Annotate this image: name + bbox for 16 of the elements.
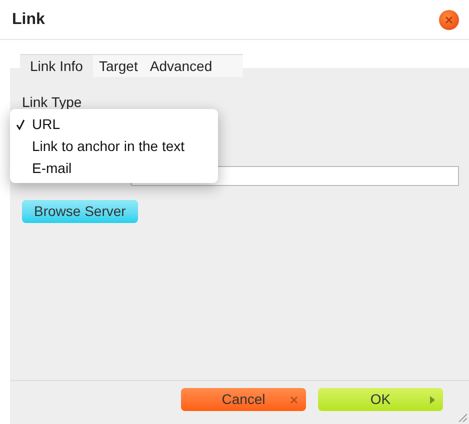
field-label: Link Type [22,94,83,110]
cancel-button[interactable]: Cancel [181,388,306,411]
tab[interactable]: Advanced [144,55,218,77]
close-icon [290,396,298,404]
resize-grip-icon [457,412,467,422]
tab[interactable]: Link Info [20,55,93,77]
menu-item[interactable]: URL [32,114,60,134]
menu-item[interactable]: Link to anchor in the text [32,136,185,156]
menu-item[interactable]: E-mail [32,158,72,178]
browse-server-button[interactable]: Browse Server [22,200,138,223]
play-icon [430,396,435,404]
close-button[interactable] [439,10,459,30]
tab[interactable]: Target [92,55,144,77]
close-icon [445,16,453,24]
ok-button[interactable]: OK [318,388,443,411]
window-title: Link [12,10,45,30]
